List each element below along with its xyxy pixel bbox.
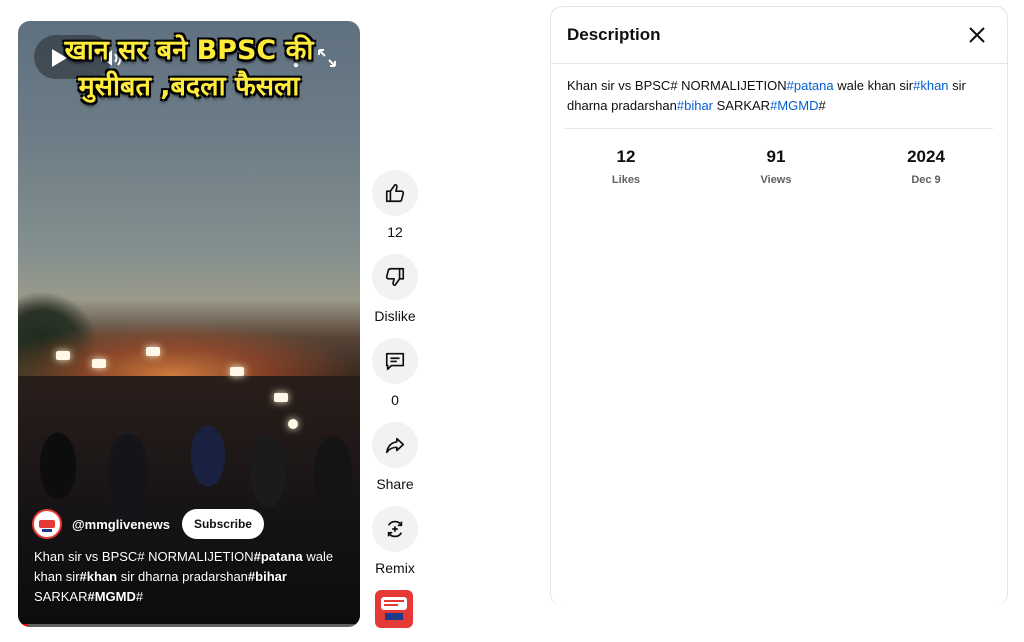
comment-button[interactable] xyxy=(372,338,418,384)
sound-channel-avatar[interactable] xyxy=(375,590,413,628)
hashtag-link[interactable]: #MGMD xyxy=(770,98,818,113)
video-description-hashtag[interactable]: #bihar xyxy=(248,569,287,584)
video-scene-light xyxy=(288,419,298,429)
share-icon xyxy=(385,437,405,454)
video-scene-light xyxy=(146,347,160,356)
close-button[interactable] xyxy=(963,21,991,49)
remix-label: Remix xyxy=(375,560,415,576)
video-scene-light xyxy=(56,351,70,360)
video-overlay-title: खान सर बने BPSC की मुसीबत ,बदला फैसला xyxy=(18,33,360,105)
description-text: Khan sir vs BPSC# NORMALIJETION xyxy=(567,78,787,93)
video-scene-light xyxy=(274,393,288,402)
video-description-text: Khan sir vs BPSC# NORMALIJETION xyxy=(34,549,254,564)
stat-date: 2024 Dec 9 xyxy=(851,147,1001,186)
overlay-title-line: मुसीबत ,बदला फैसला xyxy=(78,71,300,102)
stat-label: Dec 9 xyxy=(911,174,941,186)
video-description-text: SARKAR xyxy=(34,589,88,604)
panel-divider xyxy=(565,128,993,129)
description-panel: Description Khan sir vs BPSC# NORMALIJET… xyxy=(550,6,1008,606)
hashtag-link[interactable]: #khan xyxy=(913,78,948,93)
panel-description: Khan sir vs BPSC# NORMALIJETION#patana w… xyxy=(551,64,993,128)
stat-value: 2024 xyxy=(907,147,945,166)
channel-row: @mmglivenews Subscribe xyxy=(32,509,264,539)
hashtag-link[interactable]: #patana xyxy=(787,78,834,93)
description-text: wale khan sir xyxy=(833,78,914,93)
panel-title: Description xyxy=(567,25,661,44)
channel-logo-icon xyxy=(35,512,59,536)
video-description-hashtag[interactable]: #patana xyxy=(254,549,303,564)
thumb-up-icon xyxy=(385,183,405,203)
hashtag-link[interactable]: #bihar xyxy=(677,98,713,113)
channel-logo-icon xyxy=(377,592,411,626)
channel-avatar[interactable] xyxy=(32,509,62,539)
like-action: 12 xyxy=(372,170,418,240)
overlay-title-line: खान सर बने BPSC की xyxy=(64,35,314,66)
subscribe-button[interactable]: Subscribe xyxy=(181,509,264,539)
video-stats: 12 Likes 91 Views 2024 Dec 9 xyxy=(551,147,1007,186)
dislike-action: Dislike xyxy=(372,254,418,324)
video-description-text: sir dharna pradarshan xyxy=(117,569,248,584)
thumb-down-icon xyxy=(385,267,405,287)
video-progress-bar[interactable] xyxy=(18,624,360,627)
channel-handle[interactable]: @mmglivenews xyxy=(72,517,170,532)
video-description[interactable]: Khan sir vs BPSC# NORMALIJETION#patana w… xyxy=(34,547,346,607)
share-label: Share xyxy=(376,476,414,492)
panel-header: Description xyxy=(551,7,1007,64)
share-action: Share xyxy=(372,422,418,492)
shorts-video-player[interactable]: खान सर बने BPSC की मुसीबत ,बदला फैसला @m… xyxy=(18,21,360,627)
video-description-hashtag[interactable]: #khan xyxy=(80,569,118,584)
description-text: SARKAR xyxy=(713,98,771,113)
dislike-label: Dislike xyxy=(374,308,416,324)
video-description-text: # xyxy=(135,589,144,604)
stat-label: Likes xyxy=(611,174,641,186)
like-button[interactable] xyxy=(372,170,418,216)
stat-views: 91 Views xyxy=(701,147,851,186)
video-scene-light xyxy=(230,367,244,376)
stat-likes: 12 Likes xyxy=(551,147,701,186)
comment-count: 0 xyxy=(391,392,399,408)
like-count: 12 xyxy=(387,224,403,240)
remix-button[interactable] xyxy=(372,506,418,552)
stat-value: 91 xyxy=(766,147,786,166)
stat-label: Views xyxy=(760,174,792,186)
dislike-button[interactable] xyxy=(372,254,418,300)
close-icon xyxy=(969,27,985,43)
video-progress-fill xyxy=(18,624,29,627)
video-scene-light xyxy=(92,359,106,368)
video-description-hashtag[interactable]: #MGMD xyxy=(87,589,135,604)
comment-action: 0 xyxy=(372,338,418,408)
remix-action: Remix xyxy=(372,506,418,576)
comment-icon xyxy=(385,352,405,371)
remix-icon xyxy=(387,520,403,538)
stat-value: 12 xyxy=(616,147,636,166)
description-text: # xyxy=(818,98,826,113)
share-button[interactable] xyxy=(372,422,418,468)
